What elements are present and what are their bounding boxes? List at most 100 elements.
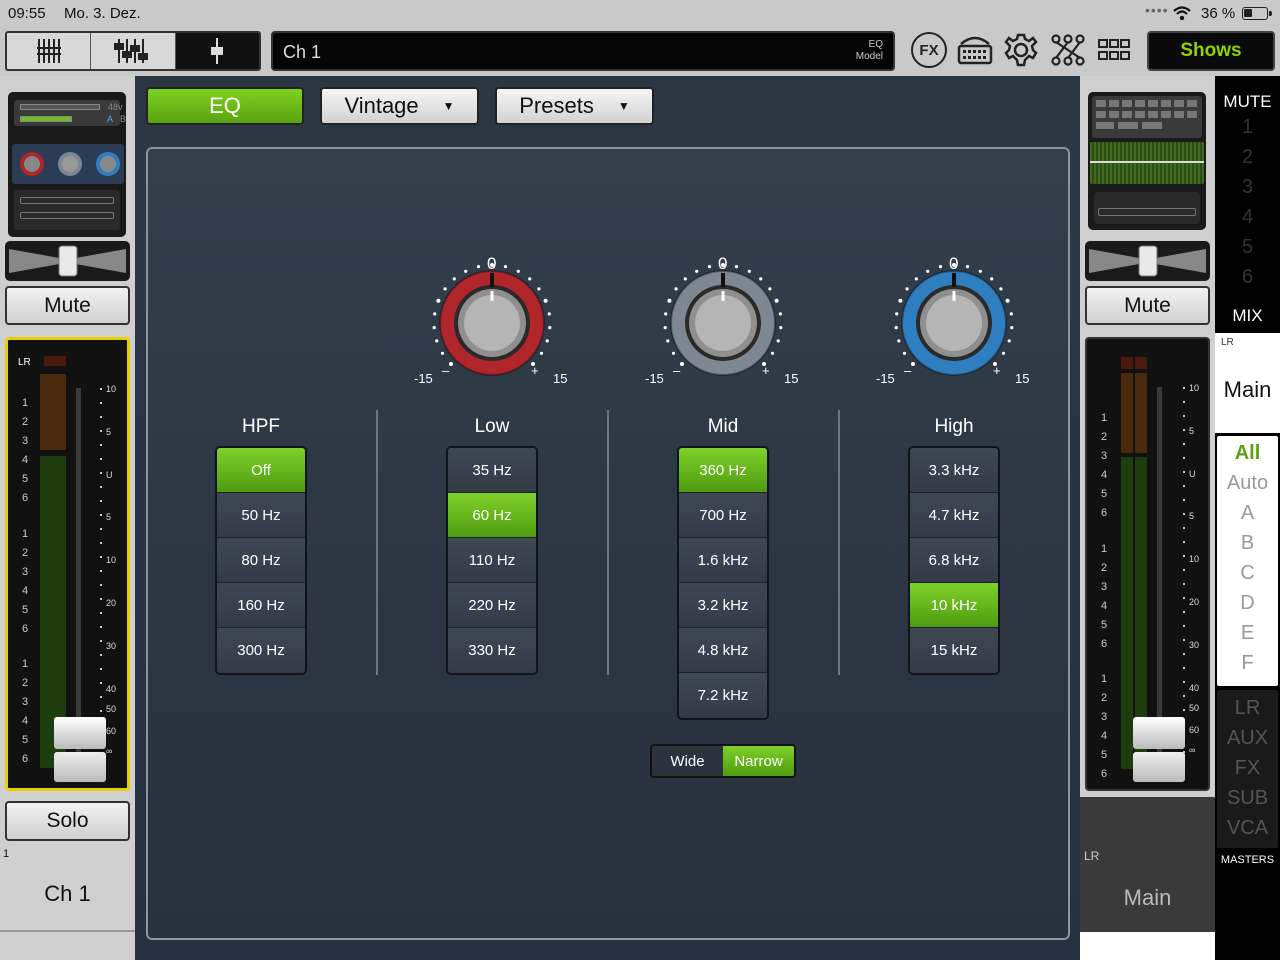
mute-button[interactable]: Mute [5, 286, 130, 325]
frequency-option[interactable]: 3.2 kHz [679, 583, 767, 628]
frequency-option[interactable]: 6.8 kHz [910, 538, 998, 583]
mid-frequency-selector: 360 Hz 700 Hz 1.6 kHz 3.2 kHz 4.8 kHz 7.2 kHz [677, 446, 769, 720]
filter-e[interactable]: E [1217, 618, 1278, 648]
knob-min-label: -15 [414, 371, 433, 386]
eq-model-value: Vintage [344, 93, 419, 118]
presets-dropdown[interactable]: Presets ▼ [495, 87, 654, 125]
frequency-option[interactable]: 60 Hz [448, 493, 536, 538]
filter-c[interactable]: C [1217, 558, 1278, 588]
high-gain-knob[interactable] [874, 253, 1034, 393]
master-fader-meter[interactable]: 1 2 3 4 5 6 1 2 3 4 5 6 1 2 3 4 5 6 10 5 U 5 10 20 30 40 50 60 ∞ [1085, 337, 1210, 791]
scenes-grid-icon[interactable] [1097, 37, 1131, 65]
knob-dial-icon [432, 263, 552, 376]
frequency-option[interactable]: 160 Hz [217, 583, 305, 628]
keyboard-icon[interactable] [957, 34, 993, 66]
frequency-option[interactable]: 4.8 kHz [679, 628, 767, 673]
mute-group-6[interactable]: 6 [1215, 262, 1280, 292]
status-bar: 09:55 Mo. 3. Dez. •••• 36 % [0, 0, 1280, 26]
filter-b[interactable]: B [1217, 528, 1278, 558]
frequency-option[interactable]: 330 Hz [448, 628, 536, 673]
meter-channel-number: 6 [22, 623, 29, 635]
master-lr[interactable]: LR [1217, 693, 1278, 723]
filter-f[interactable]: F [1217, 648, 1278, 678]
frequency-option[interactable]: Off [217, 448, 305, 493]
mute-group-1[interactable]: 1 [1215, 112, 1280, 142]
meter-scale-label: 5 [1189, 426, 1195, 436]
master-fader-cap[interactable] [1133, 717, 1185, 749]
input-level-bar [20, 116, 72, 122]
meter-channel-number: 1 [1101, 412, 1108, 424]
frequency-option[interactable]: 110 Hz [448, 538, 536, 583]
meter-channel-number: 2 [1101, 692, 1108, 704]
ab-a-label: A [107, 114, 114, 124]
gear-icon[interactable] [1003, 32, 1039, 68]
eq-toggle-button[interactable]: EQ [146, 87, 304, 125]
meter-channel-number: 6 [22, 492, 29, 504]
meter-scale-label: 5 [106, 512, 112, 522]
frequency-option[interactable]: 7.2 kHz [679, 673, 767, 718]
meter-channel-number: 6 [1101, 638, 1108, 650]
meter-channel-number: 1 [22, 397, 29, 409]
routing-icon[interactable] [1050, 33, 1086, 67]
master-sub[interactable]: SUB [1217, 783, 1278, 813]
master-mini-overview[interactable] [1088, 92, 1206, 230]
mute-group-5[interactable]: 5 [1215, 232, 1280, 262]
filter-d[interactable]: D [1217, 588, 1278, 618]
current-mix-label[interactable]: LR Main [1215, 333, 1280, 433]
frequency-option[interactable]: 15 kHz [910, 628, 998, 673]
presets-label: Presets [519, 93, 594, 118]
frequency-option[interactable]: 3.3 kHz [910, 448, 998, 493]
frequency-option[interactable]: 50 Hz [217, 493, 305, 538]
master-fader-cap-lower[interactable] [1133, 752, 1185, 782]
knob-min-label: -15 [645, 371, 664, 386]
master-balance-slider[interactable] [1085, 241, 1210, 281]
channel-name-display[interactable]: Ch 1 EQ Model [271, 31, 895, 71]
fader-cap-lower[interactable] [54, 752, 106, 782]
band-divider [838, 410, 840, 675]
frequency-option[interactable]: 4.7 kHz [910, 493, 998, 538]
mid-gain-knob[interactable] [643, 253, 803, 393]
mixer-view-button[interactable] [7, 33, 92, 69]
mute-group-3[interactable]: 3 [1215, 172, 1280, 202]
low-gain-knob[interactable] [412, 253, 572, 393]
filter-a[interactable]: A [1217, 498, 1278, 528]
fx-icon[interactable]: FX [911, 32, 947, 68]
faders-view-button[interactable] [91, 33, 176, 69]
master-mute-button[interactable]: Mute [1085, 286, 1210, 325]
mid-bandwidth-toggle: Wide Narrow [650, 744, 796, 778]
mute-group-4[interactable]: 4 [1215, 202, 1280, 232]
right-navigation-column: MUTE 123456 MIX LR Main All Auto A B C D E F LR… [1215, 76, 1280, 960]
master-fx[interactable]: FX [1217, 753, 1278, 783]
filter-all[interactable]: All [1217, 438, 1278, 468]
eq-model-dropdown[interactable]: Vintage ▼ [320, 87, 479, 125]
frequency-option[interactable]: 10 kHz [910, 583, 998, 628]
meter-scale-label: 50 [1189, 703, 1200, 713]
pan-shape-icon [9, 245, 126, 277]
meter-scale-label: ∞ [1189, 745, 1196, 755]
master-aux[interactable]: AUX [1217, 723, 1278, 753]
frequency-option[interactable]: 35 Hz [448, 448, 536, 493]
pan-slider[interactable] [5, 241, 130, 281]
frequency-option[interactable]: 700 Hz [679, 493, 767, 538]
frequency-option[interactable]: 300 Hz [217, 628, 305, 673]
battery-icon [1242, 7, 1272, 20]
filter-auto[interactable]: Auto [1217, 468, 1278, 498]
frequency-option[interactable]: 1.6 kHz [679, 538, 767, 583]
frequency-option[interactable]: 360 Hz [679, 448, 767, 493]
fader-cap[interactable] [54, 717, 106, 749]
meter-scale-label: 5 [1189, 511, 1195, 521]
narrow-button[interactable]: Narrow [723, 746, 794, 776]
meter-channel-number: 2 [1101, 562, 1108, 574]
wide-button[interactable]: Wide [652, 746, 723, 776]
channel-fader-meter[interactable]: LR 1 2 3 4 5 6 1 2 3 4 5 6 1 2 3 4 5 6 10 5 U 5 10 20 30 40 50 60 ∞ [5, 337, 130, 791]
mute-group-2[interactable]: 2 [1215, 142, 1280, 172]
mix-header: MIX [1232, 306, 1263, 325]
master-vca[interactable]: VCA [1217, 813, 1278, 843]
channel-view-button[interactable] [175, 33, 259, 69]
shows-button[interactable]: Shows [1147, 31, 1275, 71]
frequency-option[interactable]: 220 Hz [448, 583, 536, 628]
frequency-option[interactable]: 80 Hz [217, 538, 305, 583]
knob-minus-label: – [442, 363, 450, 378]
solo-button[interactable]: Solo [5, 801, 130, 841]
channel-mini-overview[interactable]: 48v A B [8, 92, 126, 237]
